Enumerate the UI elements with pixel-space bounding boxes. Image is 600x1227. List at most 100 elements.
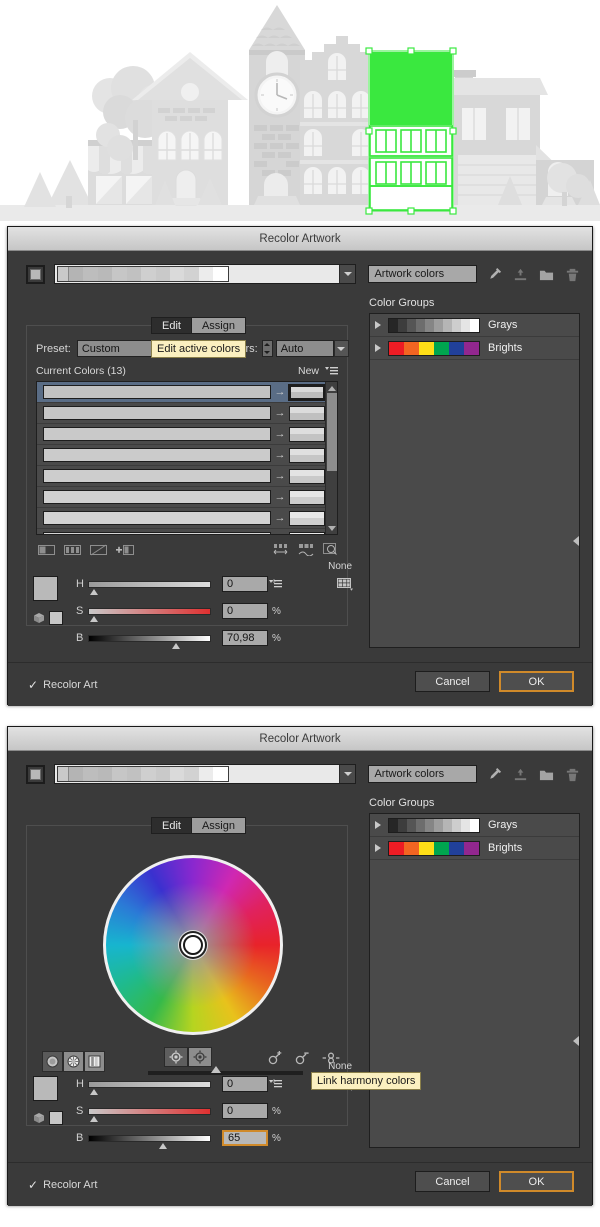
cancel-button[interactable]: Cancel (415, 1171, 490, 1192)
brightness-slider-knob[interactable] (159, 1142, 167, 1149)
new-color-group-folder-icon[interactable] (539, 267, 554, 282)
stepper-down-icon[interactable] (263, 349, 272, 357)
tab-edit[interactable]: Edit (151, 317, 192, 334)
new-color-group-folder-icon[interactable] (539, 767, 554, 782)
color-bars-view-button[interactable] (84, 1051, 105, 1072)
save-color-group-icon[interactable] (513, 267, 528, 282)
merge-colors-icon[interactable] (38, 544, 55, 556)
current-color-swatch[interactable] (43, 469, 271, 483)
new-color-swatch[interactable] (289, 426, 325, 442)
selected-color-preview[interactable] (33, 1076, 58, 1101)
color-group-swatches[interactable] (388, 817, 480, 833)
current-color-swatch[interactable] (43, 511, 271, 525)
saturation-slider-knob[interactable] (90, 1115, 98, 1122)
ok-button[interactable]: OK (499, 1171, 574, 1192)
current-color-swatch[interactable] (43, 427, 271, 441)
list-scrollbar[interactable] (325, 382, 337, 534)
panel-menu-icon[interactable] (325, 366, 338, 376)
expand-triangle-icon[interactable] (375, 844, 381, 852)
delete-color-group-icon[interactable] (565, 767, 580, 782)
wheel-brightness-slider-knob[interactable] (211, 1066, 221, 1073)
colors-stepper[interactable] (261, 340, 273, 357)
current-color-swatch[interactable] (43, 406, 271, 420)
new-color-swatch[interactable] (289, 405, 325, 421)
saturation-value-field[interactable]: 0 (222, 1103, 268, 1119)
list-item[interactable]: Brights (370, 337, 579, 360)
table-row[interactable]: → (37, 424, 337, 445)
exclude-colors-icon[interactable] (90, 544, 107, 556)
current-color-swatch[interactable] (43, 448, 271, 462)
table-row[interactable]: → (37, 487, 337, 508)
color-reduction-options-icon[interactable] (323, 543, 338, 556)
scroll-up-icon[interactable] (327, 383, 337, 393)
color-group-swatches[interactable] (388, 340, 480, 356)
current-color-swatch[interactable] (43, 490, 271, 504)
hue-slider-knob[interactable] (90, 588, 98, 595)
new-color-swatch[interactable] (289, 510, 325, 526)
table-row[interactable]: → (37, 529, 337, 534)
tab-assign[interactable]: Assign (191, 317, 246, 334)
colors-value-field[interactable]: Auto (275, 340, 334, 357)
stepper-up-icon[interactable] (263, 341, 272, 349)
list-item[interactable]: Brights (370, 837, 579, 860)
randomize-color-order-icon[interactable] (298, 543, 314, 556)
list-item[interactable]: Grays (370, 314, 579, 337)
recolor-art-checkbox[interactable]: ✓ Recolor Art (28, 1178, 97, 1192)
color-preview-square[interactable] (49, 1111, 63, 1125)
recolor-artwork-dialog-2[interactable]: Recolor Artwork Artwork colors Edit Assi… (7, 726, 593, 1206)
selected-color-preview[interactable] (33, 576, 58, 601)
color-group-strip[interactable] (53, 264, 357, 284)
table-row[interactable]: → (37, 508, 337, 529)
wheel-brightness-slider[interactable] (148, 1066, 303, 1075)
scroll-down-icon[interactable] (327, 523, 337, 533)
brightness-slider-track[interactable] (88, 634, 211, 649)
current-colors-list[interactable]: → → → → → → → (36, 381, 338, 535)
smooth-color-wheel-button[interactable] (42, 1051, 63, 1072)
panel-collapse-arrow-icon[interactable] (571, 1034, 581, 1048)
cancel-button[interactable]: Cancel (415, 671, 490, 692)
tab-edit[interactable]: Edit (151, 817, 192, 834)
color-group-swatches[interactable] (388, 317, 480, 333)
color-mode-cube-icon[interactable] (33, 1112, 45, 1124)
color-wheel-disc[interactable] (103, 855, 283, 1035)
color-library-icon[interactable] (337, 577, 354, 594)
show-saturation-hue-on-wheel-button[interactable] (164, 1047, 188, 1067)
expand-triangle-icon[interactable] (375, 321, 381, 329)
artwork-colors-field[interactable]: Artwork colors (368, 765, 477, 783)
brightness-value-field[interactable]: 70,98 (222, 630, 268, 646)
remove-color-harmony-icon[interactable] (295, 1051, 309, 1065)
eyedropper-icon[interactable] (487, 267, 502, 282)
hue-value-field[interactable]: 0 (222, 576, 268, 592)
color-wheel-marker[interactable] (183, 935, 203, 955)
active-color-group-button[interactable] (26, 764, 45, 784)
eyedropper-icon[interactable] (487, 767, 502, 782)
saturation-slider-knob[interactable] (90, 615, 98, 622)
scrollbar-thumb[interactable] (327, 393, 337, 471)
expand-triangle-icon[interactable] (375, 821, 381, 829)
saturation-slider-track[interactable] (88, 607, 211, 622)
color-groups-list[interactable]: Grays Brights (369, 313, 580, 648)
color-wheel[interactable] (98, 850, 288, 1040)
color-groups-list[interactable]: Grays Brights (369, 813, 580, 1148)
recolor-art-checkbox[interactable]: ✓ Recolor Art (28, 678, 97, 692)
separate-colors-icon[interactable] (64, 544, 81, 556)
ok-button[interactable]: OK (499, 671, 574, 692)
tab-assign[interactable]: Assign (191, 817, 246, 834)
recolor-artwork-dialog-1[interactable]: Recolor Artwork Artwork colors Edit Assi… (7, 226, 593, 706)
add-color-harmony-icon[interactable] (268, 1051, 282, 1065)
hsb-panel-menu-icon[interactable] (269, 1079, 282, 1089)
list-item[interactable]: Grays (370, 814, 579, 837)
segmented-color-wheel-button[interactable] (63, 1051, 84, 1072)
show-brightness-hue-on-wheel-button[interactable] (188, 1047, 212, 1067)
active-color-group-button[interactable] (26, 264, 45, 284)
brightness-slider-track[interactable] (88, 1134, 211, 1149)
color-preview-square[interactable] (49, 611, 63, 625)
hue-value-field[interactable]: 0 (222, 1076, 268, 1092)
strip-dropdown-arrow[interactable] (339, 765, 356, 783)
saturation-slider-track[interactable] (88, 1107, 211, 1122)
table-row[interactable]: → (37, 403, 337, 424)
hsb-panel-menu-icon[interactable] (269, 579, 282, 589)
brightness-value-field[interactable]: 65 (222, 1130, 268, 1146)
new-color-swatch[interactable] (289, 531, 325, 534)
new-color-swatch[interactable] (288, 383, 326, 401)
